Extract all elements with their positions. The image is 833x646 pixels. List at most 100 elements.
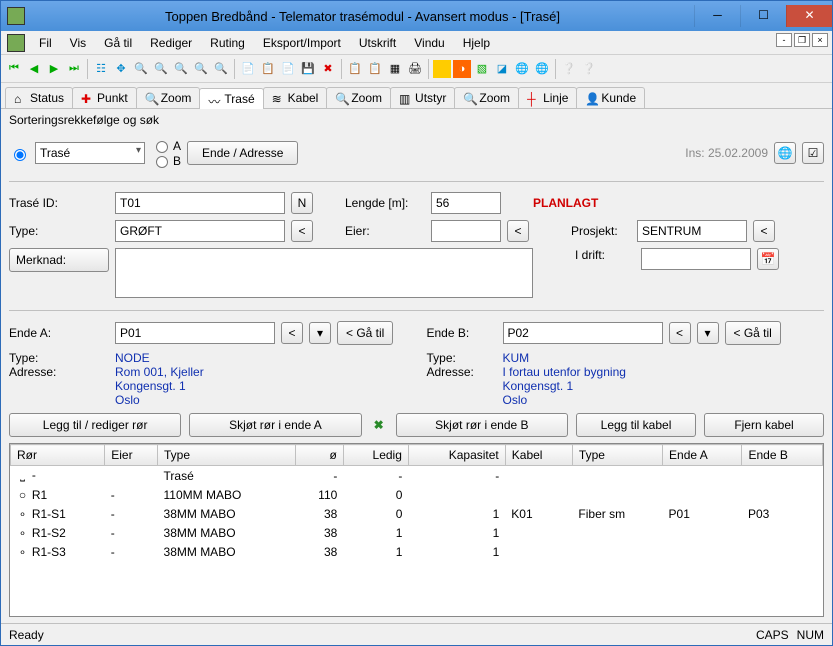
sort-radio-b[interactable] <box>156 156 168 168</box>
end-b-input[interactable] <box>503 322 663 344</box>
end-b-less-button[interactable]: < <box>669 322 691 344</box>
merknad-textarea[interactable] <box>115 248 533 298</box>
menu-fil[interactable]: Fil <box>31 34 60 52</box>
zoom-in2-icon[interactable]: 🔍 <box>152 60 170 78</box>
type-less-button[interactable]: < <box>291 220 313 242</box>
tab-zoom1[interactable]: 🔍Zoom <box>136 87 201 108</box>
zoom-in-icon[interactable]: 🔍 <box>132 60 150 78</box>
calendar-icon[interactable]: 📅 <box>757 248 779 270</box>
add-cable-button[interactable]: Legg til kabel <box>576 413 696 437</box>
globe-icon[interactable]: 🌐 <box>513 60 531 78</box>
pipe-grid[interactable]: Rør Eier Type ø Ledig Kapasitet Kabel Ty… <box>9 443 824 617</box>
checklist-icon[interactable]: ☑ <box>802 142 824 164</box>
nav-last-icon[interactable]: ⏭ <box>65 60 83 78</box>
table-row[interactable]: ∘ R1-S3-38MM MABO3811 <box>11 543 823 562</box>
end-b-dropdown[interactable]: ▾ <box>697 322 719 344</box>
help2-icon[interactable]: ❔ <box>580 60 598 78</box>
col-o[interactable]: ø <box>295 445 343 466</box>
col-ledig[interactable]: Ledig <box>343 445 408 466</box>
sort-combo[interactable]: Trasé <box>35 142 145 164</box>
sort-radio-selected[interactable] <box>14 149 26 161</box>
color1-icon[interactable] <box>433 60 451 78</box>
tab-punkt[interactable]: ✚Punkt <box>72 87 137 108</box>
print-icon[interactable]: 🖨 <box>406 60 424 78</box>
clear-splice-icon[interactable]: ✖ <box>370 418 388 432</box>
menu-vindu[interactable]: Vindu <box>406 34 452 52</box>
prosjekt-input[interactable] <box>637 220 747 242</box>
edit-pipes-button[interactable]: Legg til / rediger rør <box>9 413 181 437</box>
col-ror[interactable]: Rør <box>11 445 105 466</box>
ende-adresse-button[interactable]: Ende / Adresse <box>187 141 298 165</box>
splice-a-button[interactable]: Skjøt rør i ende A <box>189 413 361 437</box>
tab-kabel[interactable]: ≋Kabel <box>263 87 328 108</box>
col-kabel[interactable]: Kabel <box>505 445 572 466</box>
col-type[interactable]: Type <box>158 445 296 466</box>
tab-status[interactable]: ⌂Status <box>5 87 73 108</box>
end-a-go-button[interactable]: < Gå til <box>337 321 393 345</box>
nav-prev-icon[interactable]: ◀ <box>25 60 43 78</box>
paste-icon[interactable]: 📋 <box>366 60 384 78</box>
minimize-button[interactable]: ─ <box>694 5 740 27</box>
delete-icon[interactable]: ✖ <box>319 60 337 78</box>
maximize-button[interactable]: ☐ <box>740 5 786 27</box>
globe-small-icon[interactable]: 🌐 <box>774 142 796 164</box>
layout-icon[interactable]: ▦ <box>386 60 404 78</box>
doc-icon[interactable]: 📄 <box>279 60 297 78</box>
eier-less-button[interactable]: < <box>507 220 529 242</box>
new-icon[interactable]: 📄 <box>239 60 257 78</box>
tab-linje[interactable]: ┼Linje <box>518 87 577 108</box>
mdi-minimize[interactable]: - <box>776 33 792 47</box>
idrift-input[interactable] <box>641 248 751 270</box>
tree-icon[interactable]: ☷ <box>92 60 110 78</box>
tab-zoom2[interactable]: 🔍Zoom <box>326 87 391 108</box>
tab-zoom3[interactable]: 🔍Zoom <box>454 87 519 108</box>
nav-first-icon[interactable]: ⏮ <box>5 60 23 78</box>
table-row[interactable]: ∘ R1-S2-38MM MABO3811 <box>11 524 823 543</box>
eier-input[interactable] <box>431 220 501 242</box>
menu-gatil[interactable]: Gå til <box>96 34 140 52</box>
end-a-input[interactable] <box>115 322 275 344</box>
sort-radio-a[interactable] <box>156 141 168 153</box>
prosjekt-less-button[interactable]: < <box>753 220 775 242</box>
col-kap[interactable]: Kapasitet <box>408 445 505 466</box>
tab-kunde[interactable]: 👤Kunde <box>576 87 645 108</box>
menu-utskrift[interactable]: Utskrift <box>351 34 404 52</box>
zoom-fit-icon[interactable]: 🔍 <box>192 60 210 78</box>
zoom-out-icon[interactable]: 🔍 <box>172 60 190 78</box>
table-row[interactable]: ∘ R1-S1-38MM MABO3801K01Fiber smP01P03 <box>11 505 823 524</box>
mdi-close[interactable]: × <box>812 33 828 47</box>
table-row[interactable]: ⎵ -Trasé--- <box>11 466 823 486</box>
menu-hjelp[interactable]: Hjelp <box>455 34 498 52</box>
tab-trase[interactable]: 〰Trasé <box>199 88 263 109</box>
copy2-icon[interactable]: 📋 <box>346 60 364 78</box>
mdi-restore[interactable]: ❐ <box>794 33 810 47</box>
col-ktype[interactable]: Type <box>572 445 662 466</box>
zoom-fit2-icon[interactable]: 🔍 <box>212 60 230 78</box>
table-row[interactable]: ○ R1-110MM MABO1100 <box>11 486 823 505</box>
type-input[interactable] <box>115 220 285 242</box>
chart-icon[interactable]: ◪ <box>493 60 511 78</box>
end-b-go-button[interactable]: < Gå til <box>725 321 781 345</box>
end-a-dropdown[interactable]: ▾ <box>309 322 331 344</box>
merknad-button[interactable]: Merknad: <box>9 248 109 272</box>
tab-utstyr[interactable]: ▥Utstyr <box>390 87 455 108</box>
col-eier[interactable]: Eier <box>105 445 158 466</box>
lengde-input[interactable] <box>431 192 501 214</box>
copy-icon[interactable]: 📋 <box>259 60 277 78</box>
menu-rediger[interactable]: Rediger <box>142 34 200 52</box>
map-icon[interactable]: ▧ <box>473 60 491 78</box>
move-icon[interactable]: ✥ <box>112 60 130 78</box>
nav-next-icon[interactable]: ▶ <box>45 60 63 78</box>
splice-b-button[interactable]: Skjøt rør i ende B <box>396 413 568 437</box>
col-eb[interactable]: Ende B <box>742 445 823 466</box>
trase-id-input[interactable] <box>115 192 285 214</box>
menu-ruting[interactable]: Ruting <box>202 34 253 52</box>
close-button[interactable]: ✕ <box>786 5 832 27</box>
end-a-less-button[interactable]: < <box>281 322 303 344</box>
globe2-icon[interactable]: 🌐 <box>533 60 551 78</box>
menu-eksport[interactable]: Eksport/Import <box>255 34 349 52</box>
save-icon[interactable]: 💾 <box>299 60 317 78</box>
col-ea[interactable]: Ende A <box>663 445 742 466</box>
help-icon[interactable]: ❔ <box>560 60 578 78</box>
menu-vis[interactable]: Vis <box>62 34 94 52</box>
